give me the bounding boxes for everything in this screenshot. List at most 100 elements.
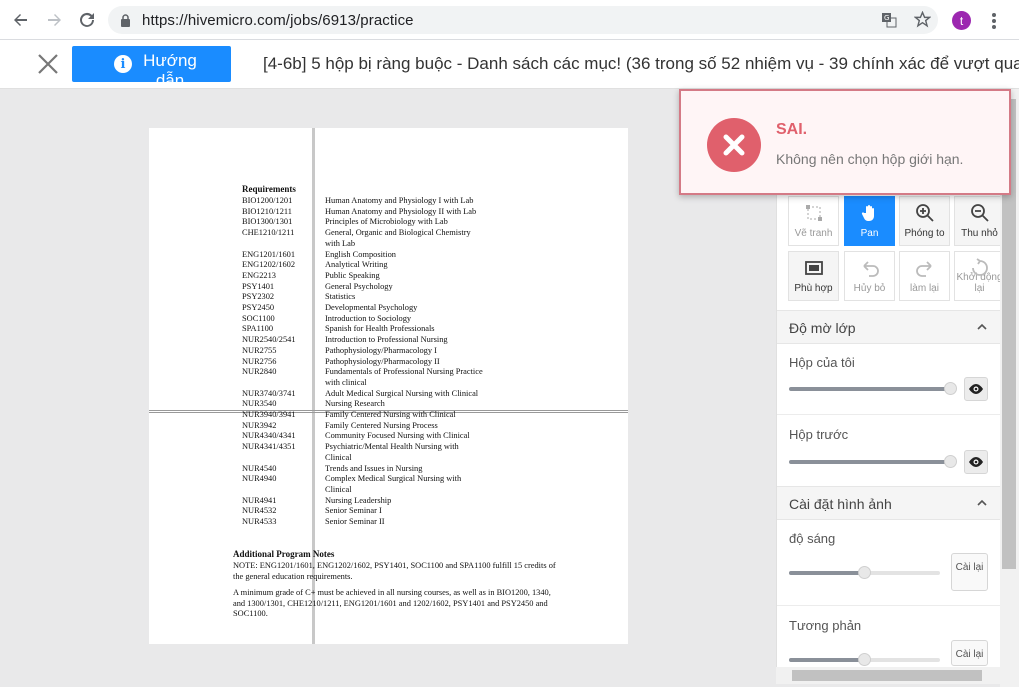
- course-code: NUR2756: [242, 356, 277, 366]
- fit-button[interactable]: Phù hợp: [788, 251, 839, 301]
- error-toast: SAI. Không nên chọn hộp giới hạn.: [679, 89, 1011, 195]
- reload-icon[interactable]: [76, 9, 98, 31]
- course-name: Pathophysiology/Pharmacology II: [325, 356, 440, 366]
- course-code: NUR3540: [242, 399, 277, 409]
- close-icon[interactable]: [36, 52, 60, 76]
- undo-label: Hủy bỏ: [853, 283, 886, 294]
- course-name: English Composition: [325, 249, 396, 259]
- redo-label: làm lại: [910, 283, 939, 294]
- divider: [777, 605, 1000, 606]
- previous-boxes-slider-thumb[interactable]: [943, 455, 957, 468]
- note-paragraph: NOTE: ENG1201/1601, ENG1202/1602, PSY140…: [233, 561, 556, 581]
- course-name: Clinical: [325, 484, 352, 494]
- eye-icon: [969, 384, 983, 394]
- draw-box-icon: [806, 205, 822, 221]
- guide-button[interactable]: i Hướng dẫn: [72, 46, 231, 82]
- zoom-in-label: Phóng to: [904, 228, 945, 239]
- brightness-slider-fill: [789, 571, 865, 575]
- previous-boxes-slider[interactable]: [789, 455, 957, 468]
- course-code: NUR2840: [242, 367, 277, 377]
- requirement-row: BIO1210/1211 Human Anatomy and Physiology…: [242, 207, 476, 218]
- address-bar[interactable]: https://hivemicro.com/jobs/6913/practice…: [108, 6, 938, 34]
- hand-icon: [861, 205, 874, 221]
- requirement-row: SPA1100 Spanish for Health Professionals: [242, 324, 435, 335]
- my-boxes-visibility-button[interactable]: [964, 377, 988, 401]
- profile-avatar[interactable]: t: [952, 11, 971, 30]
- requirement-row: NUR4940 Complex Medical Surgical Nursing …: [242, 474, 461, 485]
- requirement-row: ENG1201/1601 English Composition: [242, 250, 396, 261]
- requirement-row: NUR3940/3941 Family Centered Nursing with…: [242, 410, 456, 421]
- back-icon[interactable]: [10, 9, 32, 31]
- requirement-row: NUR3740/3741 Adult Medical Surgical Nursi…: [242, 389, 478, 400]
- pan-tool-label: Pan: [860, 228, 879, 239]
- info-icon: i: [114, 55, 132, 73]
- contrast-reset-button[interactable]: Cài lại: [951, 640, 988, 666]
- guide-button-label: Hướng dẫn: [143, 51, 197, 82]
- undo-button[interactable]: Hủy bỏ: [844, 251, 895, 301]
- toast-message: Không nên chọn hộp giới hạn.: [776, 151, 964, 167]
- bookmark-star-icon[interactable]: [914, 11, 931, 28]
- lock-icon: [121, 14, 130, 27]
- redo-button[interactable]: làm lại: [899, 251, 950, 301]
- image-settings-section-header[interactable]: Cài đặt hình ảnh: [777, 486, 1000, 520]
- opacity-section-header[interactable]: Độ mờ lớp: [777, 310, 1000, 344]
- contrast-slider-thumb[interactable]: [858, 653, 871, 666]
- requirement-row: PSY2302 Statistics: [242, 292, 355, 303]
- course-name: Principles of Microbiology with Lab: [325, 217, 448, 227]
- course-name: Human Anatomy and Physiology I with Lab: [325, 196, 474, 205]
- horizontal-scrollbar[interactable]: [776, 667, 1000, 684]
- course-code: ENG1202/1602: [242, 260, 296, 270]
- error-x-icon: [707, 118, 761, 172]
- requirement-row: with clinical: [242, 378, 367, 389]
- course-code: NUR2540/2541: [242, 335, 296, 345]
- task-header: i Hướng dẫn [4-6b] 5 hộp bị ràng buộc - …: [0, 40, 1019, 89]
- chevron-up-icon: [977, 323, 987, 330]
- course-name: Statistics: [325, 292, 356, 302]
- course-code: NUR4533: [242, 517, 277, 526]
- zoom-out-button[interactable]: Thu nhỏ: [954, 196, 1005, 246]
- redo-icon: [916, 261, 932, 277]
- svg-text:G: G: [884, 14, 889, 22]
- brightness-slider-thumb[interactable]: [858, 566, 871, 579]
- course-name: Nursing Research: [325, 399, 385, 409]
- course-code: SPA1100: [242, 324, 274, 334]
- fit-screen-icon: [805, 261, 823, 275]
- requirement-row: CHE1210/1211 General, Organic and Biologi…: [242, 228, 471, 239]
- course-name: Analytical Writing: [325, 260, 388, 270]
- task-title: [4-6b] 5 hộp bị ràng buộc - Danh sách cá…: [263, 54, 1019, 73]
- brightness-slider[interactable]: [789, 566, 940, 579]
- requirement-row: NUR3540 Nursing Research: [242, 399, 385, 410]
- course-name: Spanish for Health Professionals: [325, 324, 435, 334]
- brightness-label: độ sáng: [789, 531, 836, 546]
- requirement-row: NUR2540/2541 Introduction to Professional…: [242, 335, 448, 346]
- course-name: with Lab: [325, 238, 356, 248]
- forward-icon[interactable]: [43, 9, 65, 31]
- course-name: Trends and Issues in Nursing: [325, 463, 423, 473]
- contrast-slider-fill: [789, 658, 865, 662]
- course-code: NUR3940/3941: [242, 410, 296, 419]
- zoom-in-button[interactable]: Phóng to: [899, 196, 950, 246]
- brightness-reset-button[interactable]: Cài lại: [951, 553, 988, 591]
- requirement-row: NUR4340/4341 Community Focused Nursing wi…: [242, 431, 470, 442]
- eye-icon: [969, 457, 983, 467]
- course-name: Community Focused Nursing with Clinical: [325, 431, 470, 441]
- horizontal-scrollbar-thumb[interactable]: [792, 670, 982, 681]
- my-boxes-slider[interactable]: [789, 382, 957, 395]
- course-code: NUR4540: [242, 463, 277, 473]
- translate-icon[interactable]: G: [881, 12, 897, 28]
- course-code: PSY2450: [242, 303, 275, 312]
- course-name: Introduction to Professional Nursing: [325, 335, 448, 345]
- course-code: NUR4532: [242, 506, 277, 516]
- previous-boxes-visibility-button[interactable]: [964, 450, 988, 474]
- contrast-slider[interactable]: [789, 653, 940, 666]
- restart-button[interactable]: Khởi động lại: [954, 251, 1005, 301]
- draw-tool-button[interactable]: Vẽ tranh: [788, 196, 839, 246]
- my-boxes-slider-thumb[interactable]: [943, 382, 957, 395]
- browser-toolbar: https://hivemicro.com/jobs/6913/practice…: [0, 0, 1019, 40]
- course-name: Psychiatric/Mental Health Nursing with: [325, 442, 459, 452]
- previous-boxes-label: Hộp trước: [789, 427, 849, 442]
- annotation-canvas[interactable]: Requirements BIO1200/1201 Human Anatomy a…: [0, 89, 776, 687]
- requirement-row: NUR2840 Fundamentals of Professional Nurs…: [242, 367, 483, 378]
- pan-tool-button[interactable]: Pan: [844, 196, 895, 246]
- menu-dots-icon[interactable]: [992, 13, 996, 29]
